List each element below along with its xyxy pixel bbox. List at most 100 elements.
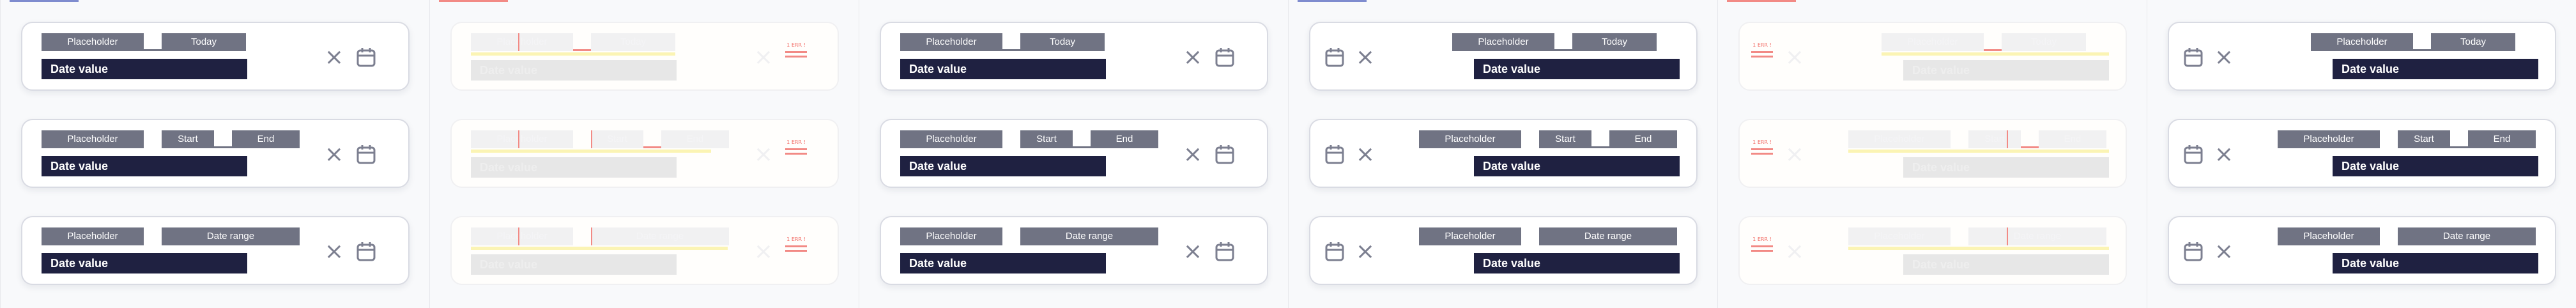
clear-button[interactable]: × [2211,142,2237,167]
date-value[interactable]: Date value [42,59,247,79]
clear-button[interactable]: × [1782,45,1807,70]
range-start-chip[interactable]: Start [162,130,214,148]
calendar-button[interactable] [353,142,379,167]
date-value[interactable]: Date value [900,253,1106,273]
left-chip[interactable]: Placeholder [471,130,573,148]
left-chip[interactable]: Placeholder [1419,227,1521,245]
date-field-card[interactable]: 1 ERR ! × Placeholder Date range Date va… [1738,216,2127,285]
date-field-card[interactable]: × Placeholder Today Date value [2168,22,2556,91]
date-value[interactable]: Date value [471,60,677,81]
clear-button[interactable]: × [1353,239,1378,265]
calendar-button[interactable] [2181,142,2206,167]
left-chip[interactable]: Placeholder [900,130,1002,148]
right-chip[interactable]: Date range [1020,227,1158,245]
left-chip[interactable]: Placeholder [1419,130,1521,148]
date-value[interactable]: Date value [1903,254,2109,275]
right-chip[interactable]: Date range [591,227,729,245]
clear-button[interactable]: × [1782,142,1807,167]
left-chip[interactable]: Placeholder [900,33,1002,51]
range-end-chip[interactable]: End [1609,130,1677,148]
date-field-card[interactable]: Placeholder Start End Date value × [21,119,410,188]
date-value[interactable]: Date value [2333,156,2538,176]
range-end-chip[interactable]: End [232,130,300,148]
right-chip[interactable]: Today [2431,33,2515,51]
range-end-chip[interactable]: End [661,130,729,148]
clear-button[interactable]: × [1353,45,1378,70]
calendar-button[interactable] [353,45,379,70]
left-chip[interactable]: Placeholder [471,33,573,51]
date-value[interactable]: Date value [900,156,1106,176]
date-value[interactable]: Date value [1474,59,1680,79]
calendar-button[interactable] [353,239,379,265]
calendar-button[interactable] [1212,142,1238,167]
right-chip[interactable]: Today [162,33,246,51]
clear-button[interactable]: × [1180,45,1206,70]
calendar-button[interactable] [1322,142,1347,167]
date-field-card[interactable]: Placeholder Date range Date value × 1 ER… [450,216,839,285]
date-field-card[interactable]: 1 ERR ! × Placeholder Today Date value [1738,22,2127,91]
clear-button[interactable]: × [1353,142,1378,167]
date-field-card[interactable]: × Placeholder Date range Date value [2168,216,2556,285]
left-chip[interactable]: Placeholder [42,227,144,245]
calendar-button[interactable] [2181,239,2206,265]
right-chip[interactable]: Date range [1968,227,2106,245]
calendar-button[interactable] [1212,239,1238,265]
left-chip[interactable]: Placeholder [2311,33,2413,51]
range-start-chip[interactable]: Start [1020,130,1073,148]
date-field-card[interactable]: × Placeholder Start End Date value [2168,119,2556,188]
clear-button[interactable]: × [751,239,776,265]
clear-button[interactable]: × [2211,45,2237,70]
date-value[interactable]: Date value [2333,253,2538,273]
calendar-button[interactable] [1322,239,1347,265]
date-field-card[interactable]: Placeholder Today Date value × [21,22,410,91]
range-start-chip[interactable]: Start [1539,130,1591,148]
left-chip[interactable]: Placeholder [471,227,573,245]
right-chip[interactable]: Date range [1539,227,1677,245]
left-chip[interactable]: Placeholder [2278,130,2380,148]
clear-button[interactable]: × [1180,142,1206,167]
date-value[interactable]: Date value [42,156,247,176]
clear-button[interactable]: × [321,239,347,265]
range-start-chip[interactable]: Start [1968,130,2021,148]
clear-button[interactable]: × [321,142,347,167]
date-value[interactable]: Date value [471,254,677,275]
right-chip[interactable]: Today [1572,33,1657,51]
calendar-button[interactable] [2181,45,2206,70]
left-chip[interactable]: Placeholder [2278,227,2380,245]
left-chip[interactable]: Placeholder [1848,227,1951,245]
right-chip[interactable]: Today [2002,33,2086,51]
range-end-chip[interactable]: End [2039,130,2106,148]
left-chip[interactable]: Placeholder [42,33,144,51]
date-field-card[interactable]: × Placeholder Today Date value [1309,22,1698,91]
date-field-card[interactable]: Placeholder Start End Date value × 1 ERR… [450,119,839,188]
left-chip[interactable]: Placeholder [1452,33,1554,51]
date-value[interactable]: Date value [1474,253,1680,273]
date-field-card[interactable]: Placeholder Today Date value × [880,22,1268,91]
date-field-card[interactable]: Placeholder Today Date value × 1 ERR ! [450,22,839,91]
right-chip[interactable]: Date range [2398,227,2536,245]
date-value[interactable]: Date value [900,59,1106,79]
date-value[interactable]: Date value [2333,59,2538,79]
date-value[interactable]: Date value [1474,156,1680,176]
left-chip[interactable]: Placeholder [1848,130,1951,148]
range-end-chip[interactable]: End [1091,130,1158,148]
clear-button[interactable]: × [321,45,347,70]
date-field-card[interactable]: 1 ERR ! × Placeholder Start End Date val… [1738,119,2127,188]
date-field-card[interactable]: × Placeholder Date range Date value [1309,216,1698,285]
clear-button[interactable]: × [1180,239,1206,265]
right-chip[interactable]: Today [1020,33,1105,51]
date-field-card[interactable]: Placeholder Date range Date value × [21,216,410,285]
date-value[interactable]: Date value [1903,157,2109,178]
date-field-card[interactable]: Placeholder Date range Date value × [880,216,1268,285]
range-start-chip[interactable]: Start [591,130,643,148]
range-start-chip[interactable]: Start [2398,130,2450,148]
left-chip[interactable]: Placeholder [1882,33,1984,51]
clear-button[interactable]: × [2211,239,2237,265]
calendar-button[interactable] [1322,45,1347,70]
date-value[interactable]: Date value [1903,60,2109,81]
right-chip[interactable]: Date range [162,227,300,245]
clear-button[interactable]: × [1782,239,1807,265]
clear-button[interactable]: × [751,142,776,167]
date-field-card[interactable]: × Placeholder Start End Date value [1309,119,1698,188]
date-field-card[interactable]: Placeholder Start End Date value × [880,119,1268,188]
